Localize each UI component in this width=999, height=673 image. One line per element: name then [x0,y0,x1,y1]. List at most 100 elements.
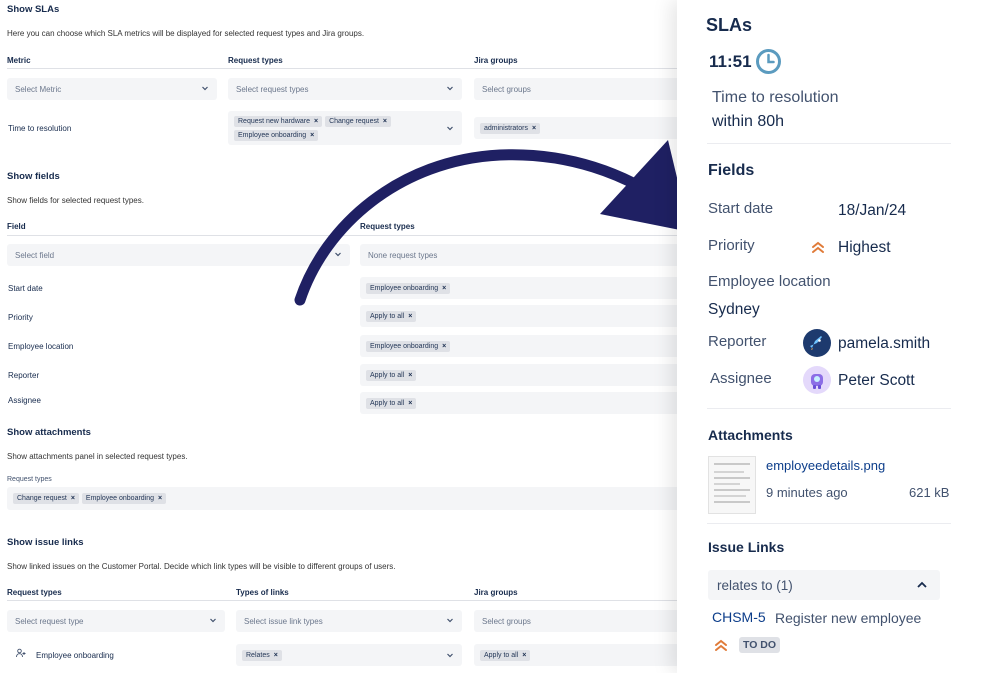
attachment-link[interactable]: employeedetails.png [766,458,885,473]
metric-select[interactable]: Select Metric [7,78,217,100]
col-jira-groups: Jira groups [474,56,518,65]
chip[interactable]: Employee onboarding× [82,493,166,504]
field-select[interactable]: Select field [7,244,350,266]
sla-request-types-field[interactable]: Request new hardware× Change request× Em… [228,111,462,145]
field-row-request-types[interactable]: Employee onboarding × [360,335,680,357]
col-request-types: Request types [7,588,62,597]
chip[interactable]: Apply to all× [366,311,416,322]
remove-icon[interactable]: × [383,118,387,125]
attachment-thumbnail[interactable] [708,456,756,514]
chip-label: Apply to all [484,652,518,659]
chip-label: Employee onboarding [238,132,306,139]
link-groups-placeholder: Select groups [482,617,531,626]
chip[interactable]: Relates× [242,650,282,661]
show-slas-title: Show SLAs [7,4,59,15]
chevron-down-icon [209,616,217,624]
chip[interactable]: Request new hardware× [234,116,322,127]
remove-icon[interactable]: × [274,652,278,659]
link-row-groups-field[interactable]: Apply to all × [474,644,680,666]
priority-label: Priority [708,237,755,254]
request-types-select[interactable]: Select request types [228,78,462,100]
remove-icon[interactable]: × [442,343,446,350]
chip[interactable]: Change request× [325,116,391,127]
link-row-types-field[interactable]: Relates× [236,644,462,666]
field-row-label: Assignee [8,396,41,405]
col-jira-groups: Jira groups [474,588,518,597]
remove-icon[interactable]: × [442,285,446,292]
groups-select[interactable]: Select groups [474,78,680,100]
remove-icon[interactable]: × [158,495,162,502]
remove-icon[interactable]: × [408,400,412,407]
chip[interactable]: Apply to all× [366,398,416,409]
chevron-down-icon [334,250,342,258]
chip[interactable]: Employee onboarding × [366,341,450,352]
chevron-down-icon [201,84,209,92]
col-request-types: Request types [360,222,415,231]
link-row-label: Employee onboarding [36,651,114,660]
chip[interactable]: Apply to all × [480,650,530,661]
field-request-types-select[interactable]: None request types [360,244,680,266]
status-badge: TO DO [739,637,780,653]
chevron-down-icon [446,124,454,132]
slas-heading: SLAs [706,15,752,36]
sla-groups-field[interactable]: administrators× [474,117,680,139]
chevron-down-icon [446,616,454,624]
chevron-up-icon [916,579,928,591]
remove-icon[interactable]: × [408,372,412,379]
field-row-label: Reporter [8,371,39,380]
remove-icon[interactable]: × [71,495,75,502]
issue-key-link[interactable]: CHSM-5 [712,609,766,625]
chevron-down-icon [446,651,454,659]
reporter-label: Reporter [708,333,766,350]
remove-icon[interactable]: × [314,118,318,125]
field-placeholder: Select field [15,251,54,260]
chip[interactable]: Employee onboarding × [234,130,318,141]
groups-placeholder: Select groups [482,85,531,94]
col-metric: Metric [7,56,31,65]
priority-value: Highest [838,239,891,257]
col-request-types: Request types [228,56,283,65]
sla-row-label: Time to resolution [8,124,71,133]
priority-highest-icon [811,240,825,254]
attachments-heading: Attachments [708,427,793,443]
divider [7,235,680,236]
remove-icon[interactable]: × [310,132,314,139]
issue-links-heading: Issue Links [708,539,784,555]
chip[interactable]: Employee onboarding × [366,283,450,294]
chip[interactable]: Apply to all × [366,370,416,381]
link-types-placeholder: Select issue link types [244,617,323,626]
show-fields-desc: Show fields for selected request types. [7,196,144,205]
divider [707,523,951,524]
link-types-select[interactable]: Select issue link types [236,610,462,632]
chevron-down-icon [446,84,454,92]
location-value: Sydney [708,301,760,319]
relates-to-toggle[interactable]: relates to (1) [708,570,940,600]
field-row-request-types[interactable]: Employee onboarding × [360,277,680,299]
divider [707,408,951,409]
field-row-request-types[interactable]: Apply to all× [360,392,680,414]
remove-icon[interactable]: × [408,313,412,320]
field-row-label: Priority [8,313,33,322]
remove-icon[interactable]: × [522,652,526,659]
request-types-placeholder: Select request types [236,85,308,94]
link-request-type-select[interactable]: Select request type [7,610,225,632]
divider [707,143,951,144]
chip[interactable]: Change request× [13,493,79,504]
show-issue-links-title: Show issue links [7,537,84,548]
chip[interactable]: administrators× [480,123,540,134]
link-groups-select[interactable]: Select groups [474,610,680,632]
remove-icon[interactable]: × [532,125,536,132]
reporter-value: pamela.smith [838,335,930,353]
chip-label: Employee onboarding [370,343,438,350]
field-row-request-types[interactable]: Apply to all× [360,305,680,327]
col-field: Field [7,222,26,231]
field-row-request-types[interactable]: Apply to all × [360,364,680,386]
attachment-time: 9 minutes ago [766,485,848,500]
attachments-request-types-field[interactable]: Change request× Employee onboarding× [7,487,680,510]
sla-metric: Time to resolution [712,89,839,107]
field-row-label: Employee location [8,342,73,351]
chip-label: Employee onboarding [370,285,438,292]
settings-panel: Show SLAs Here you can choose which SLA … [0,0,680,673]
chip-label: Apply to all [370,372,404,379]
priority-highest-icon [714,638,728,652]
